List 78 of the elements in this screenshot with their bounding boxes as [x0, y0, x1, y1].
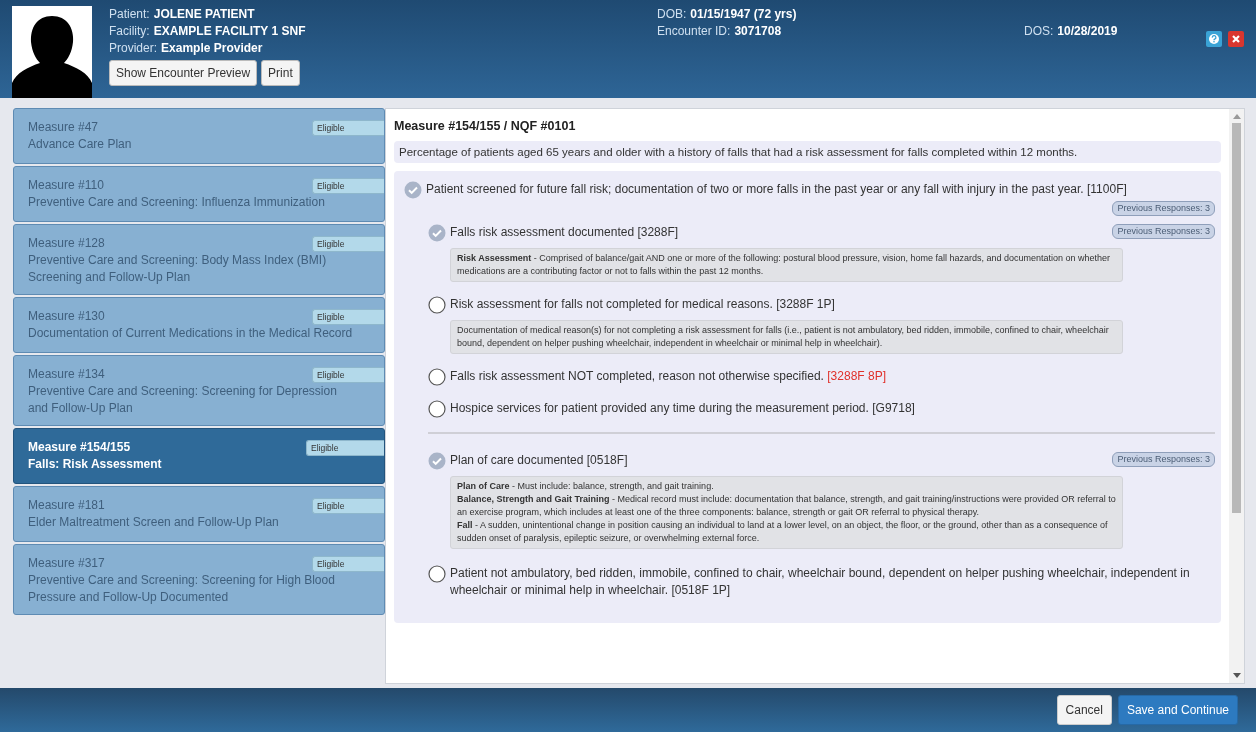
measure-number: Measure #130: [28, 308, 105, 325]
status-badge: Eligible: [306, 440, 384, 456]
measure-heading: Measure #154/155 / NQF #0101: [394, 119, 577, 133]
field-label: Patient:: [109, 7, 150, 21]
option-label: Patient not ambulatory, bed ridden, immobile, confined to chair, wheelchair bound, dependent on helper pushing wheelchair, independent in wheelchair or minimal help in wheelchair. [0518F 1P]: [450, 565, 1191, 599]
measure-title: Documentation of Current Medications in the Medical Record: [28, 325, 353, 342]
previous-responses-badge[interactable]: Previous Responses: 3: [1112, 201, 1215, 216]
measure-title: Preventive Care and Screening: Body Mass Index (BMI) Screening and Follow-Up Plan: [28, 252, 328, 286]
header-button[interactable]: Print: [261, 60, 300, 86]
note-text: Balance, Strength and Gait Training - Medical record must include: documentation that balance, strength, and gait training/instructions were provided OR referral to an exercise program, which includes at least one of the three components: balance, strength or gait OR referral to physical therapy.: [457, 493, 1116, 519]
field-label: DOB:: [657, 7, 687, 21]
measure-item[interactable]: Measure #47 Eligible Advance Care Plan: [13, 108, 385, 164]
option-label: Falls risk assessment documented [3288F]: [450, 224, 680, 241]
option-label: Patient screened for future fall risk; documentation of two or more falls in the past year or any fall with injury in the past year. [1100F]: [426, 181, 1128, 198]
footer-button[interactable]: Save and Continue: [1117, 695, 1238, 725]
measure-title: Preventive Care and Screening: Screening for High Blood Pressure and Follow-Up Documented: [28, 572, 336, 606]
option-label: Falls risk assessment NOT completed, reason not otherwise specified. [3288F 8P]: [450, 368, 887, 385]
note-text: Fall - A sudden, unintentional change in position causing an individual to land at a lower level, on an object, the floor, or the ground, other than as a consequence of sudden onset of paralysis, epileptic seizure, or overwhelming external force.: [457, 519, 1109, 545]
measure-number: Measure #317: [28, 555, 105, 572]
field-label: Encounter ID:: [657, 24, 731, 38]
radio-button[interactable]: [428, 296, 446, 314]
measure-item[interactable]: Measure #317 Eligible Preventive Care and Screening: Screening for High Blood Pressure and Follow-Up Documented: [13, 544, 385, 615]
measure-description: Percentage of patients aged 65 years and older with a history of falls that had a risk assessment for falls completed within 12 months.: [394, 141, 1221, 163]
measure-number: Measure #181: [28, 497, 105, 514]
radio-button[interactable]: [428, 400, 446, 418]
field-value: 10/28/2019: [1057, 24, 1118, 38]
scroll-up-icon[interactable]: [1232, 113, 1241, 119]
measure-title: Preventive Care and Screening: Screening for Depression and Follow-Up Plan: [28, 383, 338, 417]
checked-radio[interactable]: [428, 452, 446, 470]
scrollbar[interactable]: [1229, 109, 1244, 683]
measure-title: Preventive Care and Screening: Influenza Immunization: [28, 194, 325, 211]
option-label: Plan of care documented [0518F]: [450, 452, 629, 469]
field-value: JOLENE PATIENT: [153, 7, 255, 21]
option-label: Hospice services for patient provided any time during the measurement period. [G9718]: [450, 400, 916, 417]
field-label: DOS:: [1024, 24, 1054, 38]
field-value: 01/15/1947 (72 yrs): [690, 7, 797, 21]
note-text: Documentation of medical reason(s) for not completing a risk assessment for falls (i.e., patient is not ambulatory, bed ridden, immobile, confined to chair, wheelchair bound, dependent on helper pushing wheelchair, independent in wheelchair or minimal help in wheelchair).: [457, 324, 1110, 350]
measure-number: Measure #47: [28, 119, 99, 136]
field-value: Example Provider: [161, 41, 263, 55]
measure-item[interactable]: Measure #128 Eligible Preventive Care and Screening: Body Mass Index (BMI) Screening and Follow-Up Plan: [13, 224, 385, 295]
help-icon[interactable]: [1206, 31, 1222, 47]
field-value: 3071708: [734, 24, 782, 38]
field-label: Facility:: [109, 24, 150, 38]
checked-radio[interactable]: [404, 181, 422, 199]
status-badge: Eligible: [312, 120, 384, 136]
status-badge: Eligible: [312, 236, 384, 252]
note-text: Plan of Care - Must include: balance, strength, and gait training.: [457, 480, 715, 493]
field-value: EXAMPLE FACILITY 1 SNF: [153, 24, 306, 38]
status-badge: Eligible: [312, 178, 384, 194]
status-badge: Eligible: [312, 556, 384, 572]
footer-button[interactable]: Cancel: [1056, 695, 1112, 725]
measure-title: Advance Care Plan: [28, 136, 132, 153]
measure-item[interactable]: Measure #154/155 Eligible Falls: Risk Assessment: [13, 428, 385, 484]
measure-number: Measure #154/155: [28, 439, 131, 456]
measure-item[interactable]: Measure #134 Eligible Preventive Care and Screening: Screening for Depression and Follow-Up Plan: [13, 355, 385, 426]
option-label: Risk assessment for falls not completed for medical reasons. [3288F 1P]: [450, 296, 836, 313]
measure-item[interactable]: Measure #181 Eligible Elder Maltreatment Screen and Follow-Up Plan: [13, 486, 385, 542]
radio-button[interactable]: [428, 565, 446, 583]
measure-number: Measure #134: [28, 366, 105, 383]
radio-button[interactable]: [428, 368, 446, 386]
checked-radio[interactable]: [428, 224, 446, 242]
note-text: Risk Assessment - Comprised of balance/gait AND one or more of the following: postural blood pressure, vision, home fall hazards, and documentation on whether medications are a contributing factor or not to falls within the past 12 months.: [457, 252, 1112, 278]
status-badge: Eligible: [312, 498, 384, 514]
measure-item[interactable]: Measure #130 Eligible Documentation of Current Medications in the Medical Record: [13, 297, 385, 353]
previous-responses-badge[interactable]: Previous Responses: 3: [1112, 452, 1215, 467]
measure-number: Measure #110: [28, 177, 104, 194]
scroll-down-icon[interactable]: [1232, 673, 1241, 679]
measure-title: Falls: Risk Assessment: [28, 456, 162, 473]
status-badge: Eligible: [312, 367, 384, 383]
status-badge: Eligible: [312, 309, 384, 325]
scrollbar-thumb[interactable]: [1232, 123, 1241, 513]
measure-title: Elder Maltreatment Screen and Follow-Up Plan: [28, 514, 279, 531]
measure-item[interactable]: Measure #110 Eligible Preventive Care and Screening: Influenza Immunization: [13, 166, 385, 222]
header-button[interactable]: Show Encounter Preview: [109, 60, 258, 86]
previous-responses-badge[interactable]: Previous Responses: 3: [1112, 224, 1215, 239]
field-label: Provider:: [109, 41, 158, 55]
measure-number: Measure #128: [28, 235, 105, 252]
close-icon[interactable]: [1228, 31, 1244, 47]
